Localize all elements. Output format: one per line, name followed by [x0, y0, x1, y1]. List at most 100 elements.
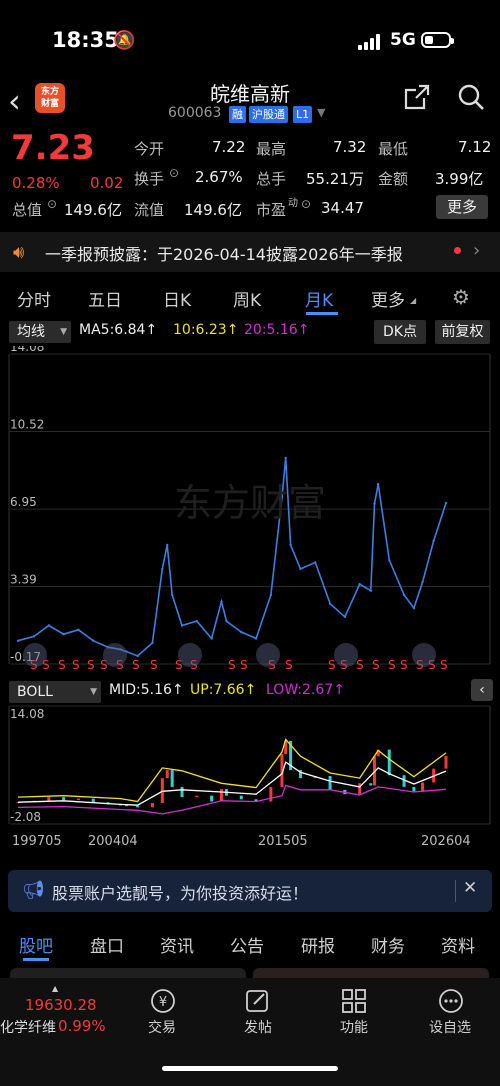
- level-tag[interactable]: L1: [293, 106, 313, 123]
- candle: [387, 749, 391, 776]
- candle: [91, 798, 95, 803]
- tab-research[interactable]: 研报: [301, 932, 335, 957]
- share-icon[interactable]: [403, 83, 431, 111]
- info-icon[interactable]: ⊙: [47, 197, 57, 211]
- signal-icon: [358, 34, 384, 50]
- candle: [328, 775, 332, 790]
- tab-more[interactable]: 更多: [371, 286, 405, 311]
- tab-orderbook[interactable]: 盘口: [90, 932, 124, 957]
- gear-icon[interactable]: ⚙: [452, 285, 470, 309]
- candle: [136, 805, 140, 808]
- candle: [220, 789, 224, 802]
- svg-text:¥: ¥: [159, 995, 167, 1010]
- sector-index-value[interactable]: 19630.28: [25, 996, 97, 1014]
- amount-label: 金额: [378, 170, 409, 188]
- high-value: 7.32: [333, 138, 367, 156]
- y-axis-label: 10.52: [10, 417, 44, 431]
- nav-post[interactable]: 发帖: [228, 1017, 288, 1037]
- dk-sell-marker: S: [372, 658, 380, 672]
- close-icon[interactable]: ✕: [463, 878, 477, 898]
- mute-bell-icon: 🔕: [113, 30, 136, 51]
- price-point: [421, 580, 424, 584]
- dk-point-button[interactable]: DK点: [374, 320, 426, 344]
- active-tab-indicator: [23, 958, 49, 961]
- search-icon[interactable]: [457, 83, 485, 111]
- price-point: [373, 502, 376, 505]
- candle: [358, 783, 362, 795]
- tab-news[interactable]: 资讯: [160, 932, 194, 957]
- candle: [239, 795, 243, 800]
- chart-nav-button: [334, 643, 358, 667]
- collapse-chevron-icon[interactable]: ‹: [471, 679, 493, 701]
- volume-value: 55.21万: [306, 170, 364, 188]
- candle: [210, 795, 214, 802]
- tab-announcements[interactable]: 公告: [230, 932, 264, 957]
- candle: [76, 798, 80, 801]
- amount-value: 3.99亿: [435, 170, 484, 188]
- tab-weekly-k[interactable]: 周K: [233, 286, 261, 311]
- float-value: 149.6亿: [184, 201, 242, 219]
- tab-forum[interactable]: 股吧: [19, 932, 53, 957]
- edit-post-icon[interactable]: [243, 987, 273, 1015]
- trade-icon[interactable]: ¥: [148, 987, 178, 1015]
- price-point: [358, 582, 361, 586]
- watchlist-icon[interactable]: [436, 987, 466, 1015]
- boll-low-value: LOW:2.67↑: [266, 682, 345, 698]
- nav-watchlist[interactable]: 设自选: [420, 1017, 480, 1037]
- dk-sell-marker: S: [400, 658, 408, 672]
- tab-profile[interactable]: 资料: [441, 932, 475, 957]
- more-quote-button[interactable]: 更多: [436, 195, 488, 219]
- tab-daily-k[interactable]: 日K: [163, 286, 191, 311]
- nav-trade[interactable]: 交易: [132, 1017, 192, 1037]
- candle: [180, 786, 184, 798]
- level-dropdown-icon[interactable]: ▼: [317, 106, 325, 119]
- candle: [150, 802, 154, 808]
- speaker-icon: 🔊︎: [13, 242, 25, 263]
- adjust-button[interactable]: 前复权: [435, 320, 490, 344]
- mcap-label: 总值: [12, 201, 43, 219]
- ma20-value: 20:5.16↑: [244, 322, 310, 338]
- price-point: [284, 456, 287, 460]
- y-axis-label: -2.08: [10, 810, 41, 824]
- dk-sell-marker: S: [228, 658, 236, 672]
- tab-five-day[interactable]: 五日: [88, 286, 122, 311]
- price-point: [16, 639, 20, 642]
- dk-sell-marker: S: [87, 658, 95, 672]
- turnover-label: 换手: [134, 170, 165, 188]
- candle: [165, 770, 169, 779]
- tab-financials[interactable]: 财务: [371, 932, 405, 957]
- watermark: 东方财富: [174, 481, 326, 525]
- sector-name[interactable]: 化学纤维: [0, 1017, 56, 1037]
- chevron-right-icon[interactable]: ›: [473, 240, 480, 261]
- tab-intraday[interactable]: 分时: [17, 286, 51, 311]
- nav-functions[interactable]: 功能: [324, 1017, 384, 1037]
- low-label: 最低: [378, 140, 409, 158]
- functions-grid-icon[interactable]: [339, 987, 369, 1015]
- boll-mid-line: [17, 761, 447, 806]
- dk-sell-marker: S: [240, 658, 248, 672]
- price-point: [180, 624, 184, 627]
- open-label: 今开: [134, 140, 165, 158]
- candle: [47, 797, 51, 801]
- y-axis-label: 14.08: [10, 346, 44, 354]
- notice-text[interactable]: 一季报预披露：于2026-04-14披露2026年一季报: [45, 241, 403, 265]
- dk-sell-marker: S: [150, 658, 158, 672]
- info-icon[interactable]: ⊙: [169, 166, 179, 180]
- last-price: 7.23: [11, 128, 95, 168]
- sector-percent[interactable]: 0.99%: [58, 1017, 106, 1035]
- high-label: 最高: [256, 140, 287, 158]
- price-point: [343, 615, 347, 618]
- info-icon[interactable]: ⊙: [301, 197, 311, 211]
- price-chart[interactable]: 14.0810.526.953.39-0.17SSSSSSSSSSSSSSSSS…: [0, 346, 500, 676]
- candle: [170, 770, 174, 787]
- ma-selector[interactable]: 均线 ▼: [9, 321, 71, 343]
- promo-text[interactable]: 股票账户选靓号，为你投资添好运！: [52, 880, 308, 904]
- candle: [269, 786, 273, 802]
- mcap-value: 149.6亿: [64, 201, 122, 219]
- y-axis-label: 3.39: [10, 573, 37, 587]
- boll-chart[interactable]: 14.08 -2.08: [0, 700, 500, 830]
- turnover-value: 2.67%: [195, 168, 243, 186]
- price-point: [92, 639, 95, 642]
- tab-monthly-k[interactable]: 月K: [305, 286, 333, 311]
- price-point: [47, 624, 51, 627]
